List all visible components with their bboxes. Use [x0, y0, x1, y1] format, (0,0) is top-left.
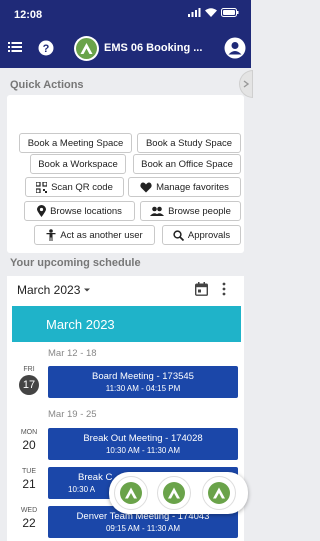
profile-icon[interactable]	[224, 37, 246, 59]
day-number: 20	[22, 438, 36, 452]
people-icon	[150, 206, 165, 216]
app-shortcut[interactable]	[157, 476, 191, 510]
chip-label: Scan QR code	[51, 181, 113, 193]
chip-label: Book a Workspace	[38, 158, 118, 170]
book-study-space-button[interactable]: Book a Study Space	[137, 133, 241, 153]
day-marker: WED 22	[17, 507, 41, 530]
app-title: EMS 06 Booking ...	[104, 42, 203, 54]
status-time: 12:08	[14, 9, 43, 21]
status-bar: 12:08	[0, 0, 251, 30]
week-label: Mar 12 - 18	[48, 348, 97, 359]
day-of-week: MON	[20, 429, 38, 436]
event-time: 10:30 AM - 11:30 AM	[105, 446, 181, 455]
status-icons	[188, 8, 239, 17]
day-marker: TUE 21	[17, 468, 41, 491]
book-meeting-space-button[interactable]: Book a Meeting Space	[19, 133, 132, 153]
signal-icon	[188, 8, 201, 17]
chip-label: Approvals	[187, 229, 231, 241]
event-card[interactable]: Break Out Meeting - 174028 10:30 AM - 11…	[48, 428, 238, 460]
chip-label: Browse people	[168, 205, 231, 217]
app-logo-icon	[208, 482, 230, 504]
week-label: Mar 19 - 25	[48, 409, 97, 420]
event-title: Break Out Meeting - 174028	[83, 433, 203, 444]
calendar-icon[interactable]	[195, 282, 208, 296]
quick-actions-title: Quick Actions	[10, 79, 84, 91]
chip-label: Book a Study Space	[145, 137, 233, 149]
chip-label: Browse locations	[50, 205, 122, 217]
schedule-title: Your upcoming schedule	[10, 257, 141, 269]
chip-label: Act as another user	[60, 229, 143, 241]
day-number: 17	[19, 375, 39, 395]
app-shortcut[interactable]	[114, 476, 148, 510]
book-office-space-button[interactable]: Book an Office Space	[133, 154, 241, 174]
scan-qr-code-button[interactable]: Scan QR code	[25, 177, 124, 197]
app-shortcut[interactable]	[202, 476, 236, 510]
person-icon	[46, 229, 56, 241]
manage-favorites-button[interactable]: Manage favorites	[128, 177, 241, 197]
month-selector-label: March 2023	[17, 283, 81, 297]
approvals-button[interactable]: Approvals	[162, 225, 241, 245]
event-title: Board Meeting - 173545	[92, 371, 194, 382]
quick-actions-card: Book a Meeting Space Book a Study Space …	[7, 95, 244, 253]
event-time: 11:30 AM - 04:15 PM	[105, 384, 181, 393]
day-number: 22	[22, 516, 36, 530]
more-vert-icon[interactable]	[221, 282, 227, 296]
app-logo-icon	[120, 482, 142, 504]
month-banner: March 2023	[12, 306, 241, 342]
browse-people-button[interactable]: Browse people	[140, 201, 241, 221]
act-as-another-user-button[interactable]: Act as another user	[34, 225, 155, 245]
chip-label: Manage favorites	[156, 181, 229, 193]
dropdown-arrow-icon	[84, 288, 91, 292]
menu-icon[interactable]	[8, 41, 22, 53]
day-marker: FRI 17	[17, 366, 41, 395]
drawer-handle[interactable]	[239, 70, 253, 98]
event-time: 09:15 AM - 11:30 AM	[105, 524, 181, 533]
book-workspace-button[interactable]: Book a Workspace	[30, 154, 126, 174]
wifi-icon	[205, 8, 217, 17]
app-logo	[74, 36, 99, 61]
help-icon[interactable]: ?	[38, 40, 54, 56]
day-of-week: TUE	[22, 468, 36, 475]
day-of-week: WED	[20, 507, 38, 514]
app-logo-icon	[163, 482, 185, 504]
day-marker: MON 20	[17, 429, 41, 452]
battery-icon	[221, 8, 239, 17]
chip-label: Book an Office Space	[141, 158, 233, 170]
day-number: 21	[22, 477, 36, 491]
heart-icon	[140, 182, 152, 192]
svg-text:?: ?	[43, 43, 50, 55]
browse-locations-button[interactable]: Browse locations	[24, 201, 135, 221]
location-pin-icon	[37, 205, 47, 217]
app-switcher	[109, 472, 248, 514]
day-of-week: FRI	[23, 366, 35, 373]
month-banner-label: March 2023	[46, 317, 115, 332]
qr-code-icon	[36, 181, 48, 193]
app-header: ? EMS 06 Booking ...	[0, 30, 251, 68]
month-selector[interactable]: March 2023	[17, 283, 91, 297]
event-card[interactable]: Board Meeting - 173545 11:30 AM - 04:15 …	[48, 366, 238, 398]
search-icon	[173, 229, 184, 241]
chip-label: Book a Meeting Space	[27, 137, 124, 149]
